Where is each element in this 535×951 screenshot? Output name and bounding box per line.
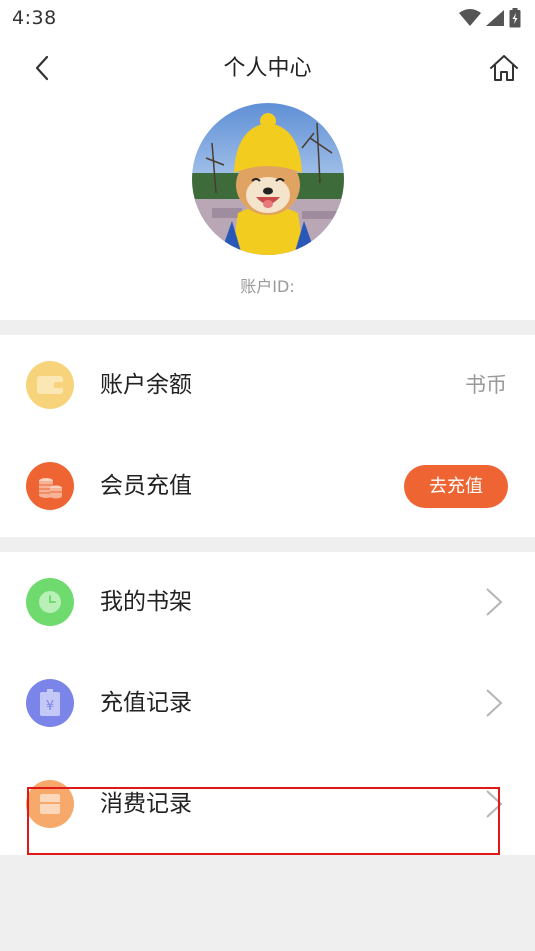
bag-icon (26, 780, 74, 828)
recharge-button[interactable]: 去充值 (404, 465, 508, 508)
menu-item-bookshelf[interactable]: 我的书架 (0, 552, 535, 653)
wifi-icon (459, 9, 481, 26)
home-button[interactable] (489, 53, 519, 83)
balance-value: 书币 (465, 373, 507, 397)
account-id-label: 账户ID: (240, 277, 295, 296)
chevron-right-icon (486, 689, 503, 717)
clock-icon (26, 578, 74, 626)
menu-item-consumption-records[interactable]: 消费记录 (0, 754, 535, 855)
avatar-image (192, 103, 344, 255)
menu-card: 我的书架 ¥ 充值记录 消费记录 (0, 552, 535, 855)
status-icons (459, 8, 521, 28)
chevron-right-icon (486, 790, 503, 818)
profile-header: 个人中心 账户ID: (0, 36, 535, 320)
wallet-icon (26, 361, 74, 409)
vip-label: 会员充值 (100, 473, 192, 499)
chevron-right-icon (486, 588, 503, 616)
signal-icon (486, 10, 504, 26)
avatar[interactable] (192, 103, 344, 255)
menu-item-label: 充值记录 (100, 690, 192, 716)
balance-label: 账户余额 (100, 372, 192, 398)
account-card: 账户余额 书币 会员充值 去充值 (0, 335, 535, 537)
yen-receipt-icon: ¥ (26, 679, 74, 727)
coins-icon (26, 462, 74, 510)
menu-item-label: 消费记录 (100, 791, 192, 817)
page-title: 个人中心 (223, 56, 312, 81)
balance-row[interactable]: 账户余额 书币 (0, 335, 535, 436)
svg-text:¥: ¥ (46, 699, 54, 714)
battery-icon (509, 8, 521, 28)
status-time: 4:38 (12, 7, 57, 29)
menu-item-label: 我的书架 (100, 589, 192, 615)
home-icon (490, 55, 518, 81)
status-bar: 4:38 (0, 0, 535, 36)
vip-row[interactable]: 会员充值 去充值 (0, 436, 535, 537)
menu-item-recharge-records[interactable]: ¥ 充值记录 (0, 653, 535, 754)
